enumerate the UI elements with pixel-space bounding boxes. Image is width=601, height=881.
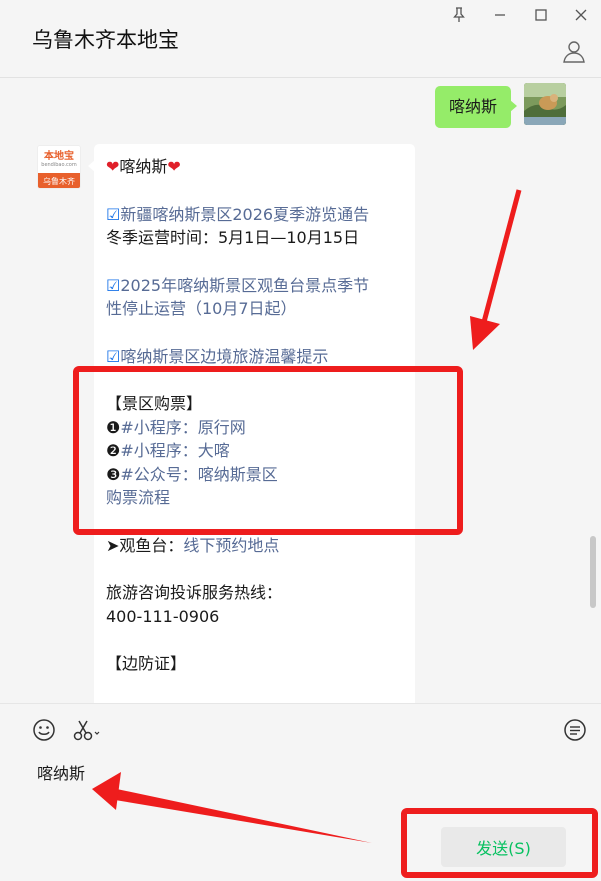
hotline-number[interactable]: 400-111-0906 (106, 605, 403, 629)
self-avatar[interactable] (524, 83, 566, 125)
border-permit-heading: 【边防证】 (106, 654, 187, 673)
chat-scrollbar[interactable] (590, 536, 596, 608)
chat-history-icon[interactable] (561, 716, 589, 744)
bot-avatar-logo: 本地宝 bendibao.com (38, 146, 80, 173)
emoji-icon[interactable] (30, 716, 58, 744)
annotation-box-tickets (73, 366, 463, 535)
notice-link-1[interactable]: ☑新疆喀纳斯景区2026夏季游览通告 (106, 203, 403, 227)
window-title: 乌鲁木齐本地宝 (32, 28, 179, 52)
notice-link-3[interactable]: ☑喀纳斯景区边境旅游温馨提示 (106, 345, 403, 369)
notice-link-2-cont[interactable]: 性停止运营（10月7日起） (106, 297, 403, 321)
message-heading: ❤喀纳斯❤ (106, 157, 181, 176)
checkbox-icon: ☑ (106, 275, 121, 295)
checkbox-icon: ☑ (106, 204, 121, 224)
user-icon[interactable] (561, 38, 587, 64)
checkbox-icon: ☑ (106, 346, 121, 366)
scissors-icon[interactable] (72, 716, 102, 744)
notice-link-2[interactable]: ☑2025年喀纳斯景区观鱼台景点季节 (106, 274, 403, 298)
bot-avatar-city: 乌鲁木齐 (38, 173, 80, 188)
minimize-icon[interactable] (487, 4, 513, 26)
annotation-box-send (401, 808, 598, 878)
guanyu-link[interactable]: 线下预约地点 (183, 536, 279, 555)
bot-avatar[interactable]: 本地宝 bendibao.com 乌鲁木齐 (37, 145, 81, 189)
outgoing-message[interactable]: 喀纳斯 (434, 86, 518, 128)
heart-icon: ❤ (167, 157, 181, 176)
message-input[interactable]: 喀纳斯 (37, 760, 85, 784)
heart-icon: ❤ (106, 157, 120, 176)
title-bar: 乌鲁木齐本地宝 (0, 0, 601, 78)
operating-hours: 冬季运营时间：5月1日—10月15日 (106, 228, 360, 247)
close-icon[interactable] (568, 4, 594, 26)
hotline-label: 旅游咨询投诉服务热线： (106, 583, 283, 602)
maximize-icon[interactable] (528, 4, 554, 26)
pin-icon[interactable] (446, 4, 472, 26)
guanyu-line: ➤观鱼台：线下预约地点 (106, 535, 280, 555)
